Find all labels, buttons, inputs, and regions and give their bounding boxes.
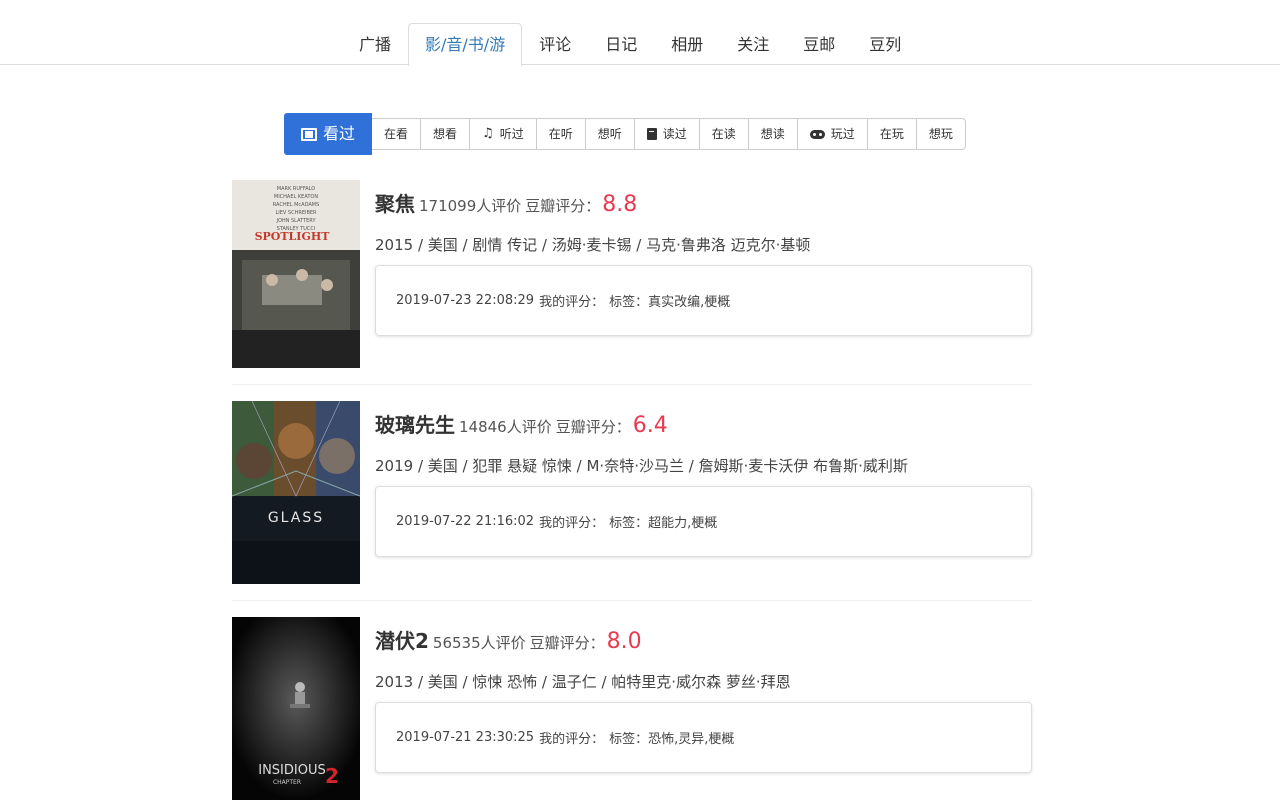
nav-item-following[interactable]: 关注 bbox=[720, 23, 786, 65]
poster-subtitle: CHAPTER bbox=[273, 779, 301, 786]
film-icon bbox=[301, 127, 317, 141]
svg-text:MICHAEL KEATON: MICHAEL KEATON bbox=[274, 194, 318, 200]
movie-title-line: 玻璃先生 14846人评价 豆瓣评分： 6.4 bbox=[375, 401, 1032, 443]
rating-count: 14846人评价 bbox=[459, 418, 552, 436]
tab-read[interactable]: 读过 bbox=[633, 118, 700, 150]
tab-read-label: 读过 bbox=[662, 127, 687, 141]
douban-score: 6.4 bbox=[632, 413, 668, 438]
svg-text:JOHN SLATTERY: JOHN SLATTERY bbox=[276, 218, 317, 224]
my-review-card: 2019-07-21 23:30:25 我的评分： 标签：恐怖,灵异,梗概 bbox=[375, 702, 1032, 773]
tab-listening[interactable]: 在听 bbox=[535, 118, 586, 150]
watch-date: 2019-07-21 23:30:25 bbox=[396, 730, 535, 745]
movie-item: MARK RUFFALO MICHAEL KEATON RACHEL McADA… bbox=[232, 180, 1032, 370]
rating-count: 56535人评价 bbox=[432, 634, 526, 652]
poster-title: SPOTLIGHT bbox=[255, 230, 331, 243]
movie-info: 聚焦 171099人评价 豆瓣评分： 8.8 2015 / 美国 / 剧情 传记… bbox=[375, 180, 1032, 336]
movie-tags: 标签：超能力,梗概 bbox=[609, 516, 718, 531]
douban-score: 8.8 bbox=[602, 192, 638, 217]
tab-listened[interactable]: ♫ 听过 bbox=[469, 118, 537, 150]
tab-want-watch[interactable]: 想看 bbox=[420, 118, 471, 150]
tab-watched[interactable]: 看过 bbox=[284, 113, 373, 155]
divider bbox=[232, 384, 1032, 385]
my-review-card: 2019-07-22 21:16:02 我的评分： 标签：超能力,梗概 bbox=[375, 486, 1032, 557]
tab-listening-label: 在听 bbox=[548, 127, 573, 141]
tab-reading-label: 在读 bbox=[711, 127, 736, 141]
movie-title[interactable]: 玻璃先生 bbox=[375, 409, 455, 438]
tab-playing[interactable]: 在玩 bbox=[866, 118, 917, 150]
tab-watched-label: 看过 bbox=[323, 124, 356, 143]
tab-want-play[interactable]: 想玩 bbox=[915, 118, 966, 150]
my-rating-label: 我的评分： bbox=[539, 295, 605, 310]
movie-info: 潜伏2 56535人评价 豆瓣评分： 8.0 2013 / 美国 / 惊悚 恐怖… bbox=[375, 617, 1032, 773]
score-label: 豆瓣评分： bbox=[529, 634, 605, 652]
divider bbox=[232, 600, 1032, 601]
gamepad-icon bbox=[809, 129, 825, 139]
nav-item-mail[interactable]: 豆邮 bbox=[786, 23, 852, 65]
nav-item-media[interactable]: 影/音/书/游 bbox=[408, 23, 523, 66]
nav-item-reviews[interactable]: 评论 bbox=[522, 23, 588, 65]
rating-count: 171099人评价 bbox=[419, 197, 522, 215]
douban-score: 8.0 bbox=[606, 629, 642, 654]
svg-text:RACHEL McADAMS: RACHEL McADAMS bbox=[273, 202, 320, 208]
movie-poster[interactable]: MARK RUFFALO MICHAEL KEATON RACHEL McADA… bbox=[232, 180, 360, 368]
tab-reading[interactable]: 在读 bbox=[698, 118, 749, 150]
nav-item-broadcast[interactable]: 广播 bbox=[342, 23, 408, 65]
movie-item: INSIDIOUS CHAPTER 2 潜伏2 56535人评价 豆瓣评分： 8… bbox=[232, 617, 1032, 800]
movie-poster[interactable]: INSIDIOUS CHAPTER 2 bbox=[232, 617, 360, 800]
tab-want-listen-label: 想听 bbox=[597, 127, 622, 141]
poster-number: 2 bbox=[325, 764, 339, 788]
score-label: 豆瓣评分： bbox=[525, 197, 601, 215]
tab-played[interactable]: 玩过 bbox=[796, 118, 868, 150]
movie-item: GLASS 玻璃先生 14846人评价 豆瓣评分： 6.4 2019 / 美国 … bbox=[232, 401, 1032, 585]
my-review-card: 2019-07-23 22:08:29 我的评分： 标签：真实改编,梗概 bbox=[375, 265, 1032, 336]
svg-text:LIEV SCHREIBER: LIEV SCHREIBER bbox=[275, 210, 317, 216]
movie-title[interactable]: 聚焦 bbox=[375, 188, 415, 217]
top-nav: 广播 影/音/书/游 评论 日记 相册 关注 豆邮 豆列 bbox=[0, 0, 1280, 66]
my-rating-label: 我的评分： bbox=[539, 732, 605, 747]
tab-want-listen[interactable]: 想听 bbox=[584, 118, 635, 150]
tab-want-watch-label: 想看 bbox=[433, 127, 458, 141]
nav-item-doulist[interactable]: 豆列 bbox=[852, 23, 918, 65]
my-rating-label: 我的评分： bbox=[539, 516, 605, 531]
movie-meta: 2015 / 美国 / 剧情 传记 / 汤姆·麦卡锡 / 马克·鲁弗洛 迈克尔·… bbox=[375, 236, 811, 254]
movie-tags: 标签：真实改编,梗概 bbox=[609, 295, 731, 310]
svg-text:MARK RUFFALO: MARK RUFFALO bbox=[277, 186, 316, 192]
watch-date: 2019-07-23 22:08:29 bbox=[396, 293, 535, 308]
movie-meta: 2013 / 美国 / 惊悚 恐怖 / 温子仁 / 帕特里克·威尔森 萝丝·拜恩 bbox=[375, 673, 791, 691]
tab-playing-label: 在玩 bbox=[879, 127, 904, 141]
score-label: 豆瓣评分： bbox=[555, 418, 631, 436]
nav-item-diary[interactable]: 日记 bbox=[588, 23, 654, 65]
movie-info: 玻璃先生 14846人评价 豆瓣评分： 6.4 2019 / 美国 / 犯罪 悬… bbox=[375, 401, 1032, 557]
music-note-icon: ♫ bbox=[482, 126, 494, 141]
movie-title-line: 聚焦 171099人评价 豆瓣评分： 8.8 bbox=[375, 180, 1032, 222]
top-nav-list: 广播 影/音/书/游 评论 日记 相册 关注 豆邮 豆列 bbox=[342, 23, 918, 66]
tab-want-read[interactable]: 想读 bbox=[747, 118, 798, 150]
poster-title: INSIDIOUS bbox=[258, 763, 326, 778]
watch-date: 2019-07-22 21:16:02 bbox=[396, 514, 535, 529]
tab-listened-label: 听过 bbox=[499, 127, 524, 141]
tab-want-read-label: 想读 bbox=[760, 127, 785, 141]
movie-poster[interactable]: GLASS bbox=[232, 401, 360, 584]
movie-meta: 2019 / 美国 / 犯罪 悬疑 惊悚 / M·奈特·沙马兰 / 詹姆斯·麦卡… bbox=[375, 457, 908, 475]
nav-item-album[interactable]: 相册 bbox=[654, 23, 720, 65]
book-icon bbox=[646, 128, 657, 140]
poster-title: GLASS bbox=[268, 510, 324, 526]
movie-title-line: 潜伏2 56535人评价 豆瓣评分： 8.0 bbox=[375, 617, 1032, 659]
tab-played-label: 玩过 bbox=[830, 127, 855, 141]
media-subtabs: 看过 在看 想看 ♫ 听过 在听 想听 读过 在读 想读 玩过 在玩 想玩 bbox=[284, 113, 966, 155]
tab-watching-label: 在看 bbox=[384, 127, 409, 141]
movie-tags: 标签：恐怖,灵异,梗概 bbox=[609, 732, 735, 747]
movie-title[interactable]: 潜伏2 bbox=[375, 625, 429, 654]
tab-want-play-label: 想玩 bbox=[928, 127, 953, 141]
tab-watching[interactable]: 在看 bbox=[371, 118, 422, 150]
